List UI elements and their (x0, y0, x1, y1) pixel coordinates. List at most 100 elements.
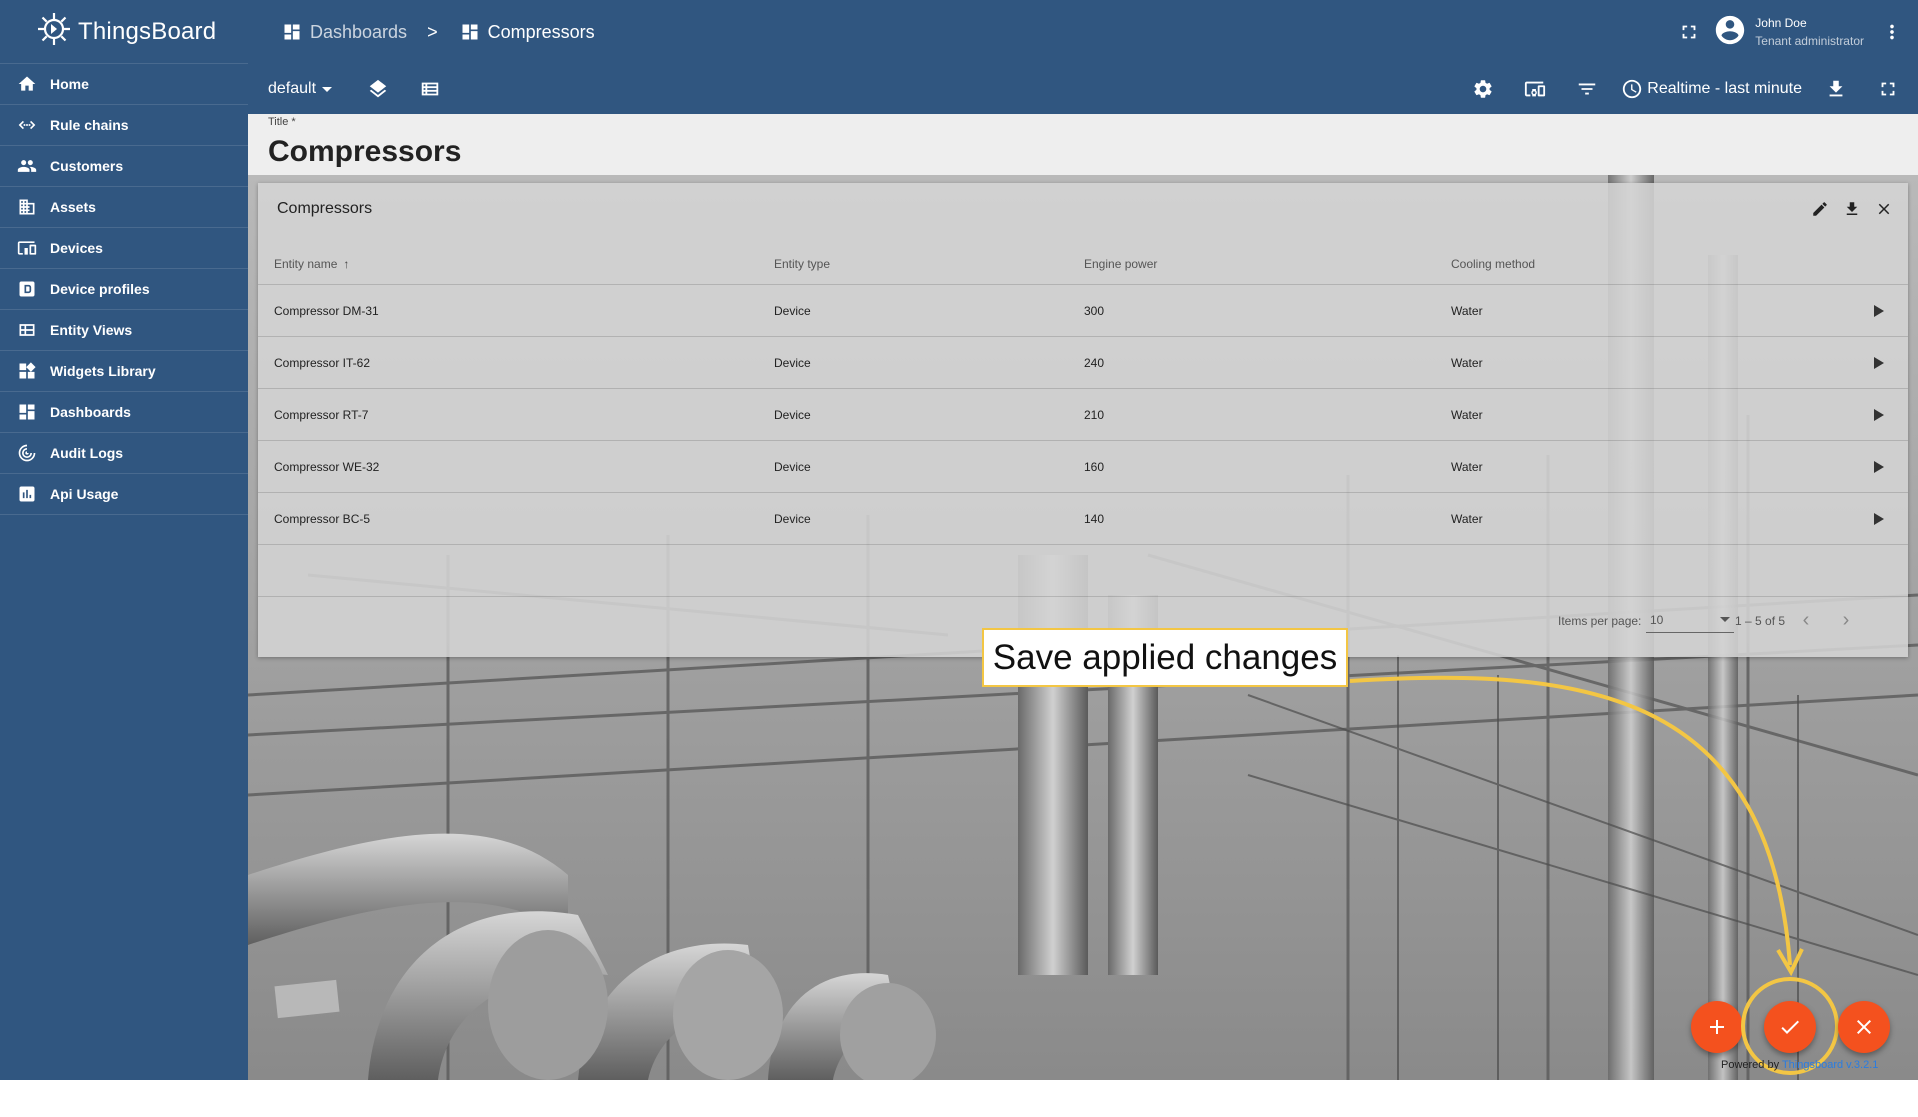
view-list-icon (421, 82, 439, 96)
aliases-button[interactable] (1515, 69, 1555, 109)
powered-link[interactable]: Thingsboard v.3.2.1 (1782, 1059, 1878, 1071)
sidebar-item-assets[interactable]: Assets (0, 187, 248, 228)
audit-logs-icon (16, 442, 38, 464)
play-arrow-icon (1874, 356, 1884, 369)
table-row[interactable]: Compressor BC-5 Device 140 Water (258, 493, 1908, 545)
table-row[interactable]: Compressor IT-62 Device 240 Water (258, 337, 1908, 389)
sidebar-item-api-usage[interactable]: Api Usage (0, 474, 248, 515)
sidebar-item-label: Devices (50, 240, 103, 256)
user-role: Tenant administrator (1755, 34, 1864, 48)
api-usage-icon (16, 483, 38, 505)
cell-entity-name: Compressor RT-7 (274, 407, 369, 422)
timewindow-label: Realtime - last minute (1647, 80, 1802, 97)
dashboard-title-field[interactable]: Title * Compressors (248, 114, 1918, 175)
app-root: ThingsBoard Home Rule chains Customers Asse… (0, 0, 1918, 1080)
title-field-value[interactable]: Compressors (268, 135, 461, 169)
fullscreen-icon (1682, 25, 1696, 39)
entities-table: Entity name ↑ Entity type Engine power C… (258, 243, 1908, 597)
cancel-changes-button[interactable] (1838, 1001, 1890, 1053)
cell-entity-type: Device (774, 459, 811, 474)
cell-entity-type: Device (774, 407, 811, 422)
sidebar-item-label: Device profiles (50, 281, 150, 297)
assets-icon (16, 196, 38, 218)
expand-dashboard-button[interactable] (1868, 69, 1908, 109)
dashboard-settings-button[interactable] (1463, 69, 1503, 109)
sidebar-item-label: Audit Logs (50, 445, 124, 461)
home-icon (16, 73, 38, 95)
manage-states-button[interactable] (410, 69, 450, 109)
table-row[interactable]: Compressor WE-32 Device 160 Water (258, 441, 1908, 493)
rule-chains-icon (16, 114, 38, 136)
sidebar-item-home[interactable]: Home (0, 64, 248, 105)
sidebar-item-widgets-library[interactable]: Widgets Library (0, 351, 248, 392)
cell-entity-type: Device (774, 511, 811, 526)
sidebar-item-label: Api Usage (50, 486, 119, 502)
top-bar: Dashboards > Compressors John Doe Tenant… (248, 0, 1918, 64)
next-page-button[interactable]: › (1833, 607, 1859, 633)
sidebar-item-device-profiles[interactable]: Device profiles (0, 269, 248, 310)
sidebar-item-label: Customers (50, 158, 124, 174)
column-header-entity-name[interactable]: Entity name ↑ (274, 243, 349, 284)
sidebar-item-entity-views[interactable]: Entity Views (0, 310, 248, 351)
plus-icon (1710, 1020, 1724, 1034)
device-profiles-icon (16, 278, 38, 300)
table-row[interactable]: Compressor DM-31 Device 300 Water (258, 285, 1908, 337)
table-row[interactable]: Compressor RT-7 Device 210 Water (258, 389, 1908, 441)
more-vert-icon (1890, 24, 1894, 40)
play-arrow-icon (1874, 460, 1884, 473)
fullscreen-button[interactable] (1669, 12, 1709, 52)
sidebar-item-label: Entity Views (50, 322, 133, 338)
clock-icon (1623, 79, 1642, 99)
edit-widget-button[interactable] (1804, 195, 1836, 223)
sidebar-item-audit-logs[interactable]: Audit Logs (0, 433, 248, 474)
layout-select-value: default (268, 80, 317, 97)
caret-down-icon (322, 86, 333, 92)
cell-engine-power: 210 (1084, 407, 1105, 422)
row-action-button[interactable] (1874, 441, 1884, 492)
column-header-engine-power[interactable]: Engine power (1084, 243, 1157, 284)
manage-layers-button[interactable] (358, 69, 398, 109)
download-icon (1829, 80, 1843, 97)
cell-entity-type: Device (774, 355, 811, 370)
previous-page-button[interactable]: ‹ (1793, 607, 1819, 633)
cell-cooling-method: Water (1451, 303, 1483, 318)
save-changes-callout: Save applied changes (982, 628, 1348, 687)
export-button[interactable] (1816, 69, 1856, 109)
sidebar-item-rule-chains[interactable]: Rule chains (0, 105, 248, 146)
user-menu[interactable]: John Doe Tenant administrator (1713, 13, 1864, 52)
row-action-button[interactable] (1874, 285, 1884, 336)
breadcrumb-dashboards[interactable]: Dashboards (282, 22, 407, 43)
layout-select[interactable]: default (268, 80, 333, 98)
cell-entity-type: Device (774, 303, 811, 318)
items-per-page-select[interactable]: 10 (1646, 607, 1734, 633)
sidebar-item-dashboards[interactable]: Dashboards (0, 392, 248, 433)
row-action-button[interactable] (1874, 389, 1884, 440)
sidebar-item-devices[interactable]: Devices (0, 228, 248, 269)
more-menu-button[interactable] (1872, 12, 1912, 52)
dashboards-icon (16, 401, 38, 423)
filters-button[interactable] (1567, 69, 1607, 109)
logo[interactable]: ThingsBoard (0, 0, 248, 64)
timewindow-button[interactable]: Realtime - last minute (1621, 78, 1802, 100)
chevron-left-icon: ‹ (1802, 608, 1810, 631)
sidebar-item-label: Rule chains (50, 117, 129, 133)
add-widget-button[interactable] (1691, 1001, 1743, 1053)
sidebar-item-label: Assets (50, 199, 96, 215)
remove-widget-button[interactable] (1868, 195, 1900, 223)
play-arrow-icon (1874, 408, 1884, 421)
caret-down-icon (1720, 617, 1730, 622)
column-header-entity-type[interactable]: Entity type (774, 243, 830, 284)
column-header-cooling-method[interactable]: Cooling method (1451, 243, 1535, 284)
row-action-button[interactable] (1874, 337, 1884, 388)
sidebar-item-label: Widgets Library (50, 363, 156, 379)
table-header-row: Entity name ↑ Entity type Engine power C… (258, 243, 1908, 285)
app-name: ThingsBoard (78, 17, 217, 45)
export-widget-button[interactable] (1836, 195, 1868, 223)
sidebar-item-label: Home (50, 76, 89, 92)
items-per-page-value: 10 (1650, 612, 1664, 627)
row-action-button[interactable] (1874, 493, 1884, 544)
save-changes-button[interactable] (1764, 1001, 1816, 1053)
cell-entity-name: Compressor IT-62 (274, 355, 371, 370)
sidebar-item-customers[interactable]: Customers (0, 146, 248, 187)
title-field-label: Title * (268, 116, 296, 128)
